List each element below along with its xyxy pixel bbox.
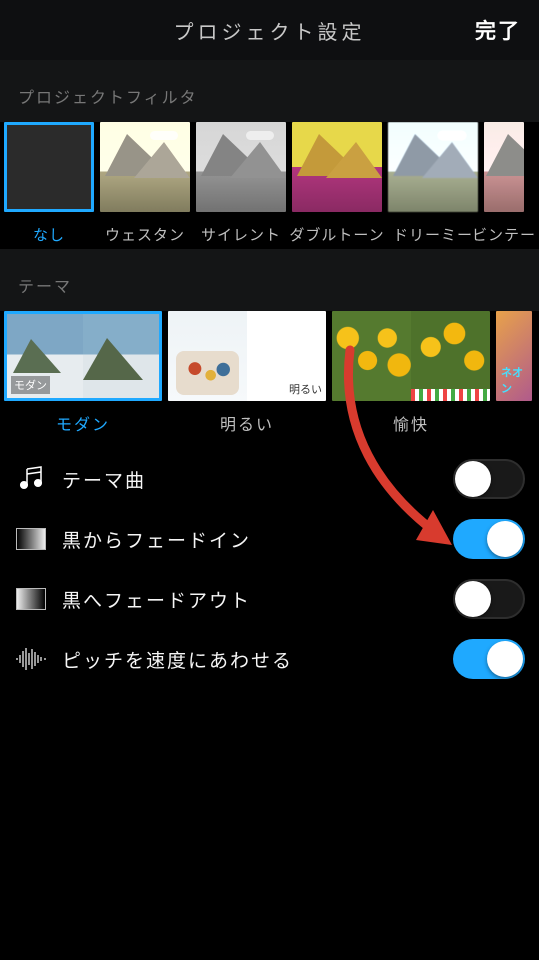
filter-item-dreamy[interactable]: ドリーミー bbox=[388, 122, 478, 245]
filter-item-none[interactable]: なし bbox=[4, 122, 94, 245]
row-label: 黒からフェードイン bbox=[62, 526, 453, 553]
themes-heading: テーマ bbox=[0, 249, 539, 311]
filter-thumb bbox=[388, 122, 478, 212]
filter-label: ウェスタン bbox=[105, 224, 185, 245]
theme-label: 愉快 bbox=[393, 411, 429, 435]
filter-item-silent[interactable]: サイレント bbox=[196, 122, 286, 245]
toggle-fade-out[interactable] bbox=[453, 579, 525, 619]
filter-label: ダブルトーン bbox=[289, 224, 384, 245]
theme-item-modern[interactable]: モダン モダン bbox=[4, 311, 162, 435]
fade-in-icon bbox=[14, 524, 48, 554]
filters-section: プロジェクトフィルタ bbox=[0, 60, 539, 122]
music-icon bbox=[14, 464, 48, 494]
filter-strip[interactable]: なし ウェスタン サイレント ダブルトーン ドリーミー bbox=[0, 122, 539, 249]
filter-item-duotone[interactable]: ダブルトーン bbox=[292, 122, 382, 245]
header: プロジェクト設定 完了 bbox=[0, 0, 539, 60]
filter-item-vintage[interactable]: ビンテー bbox=[484, 122, 524, 245]
theme-overlay-text: 明るい bbox=[289, 381, 322, 397]
page-title: プロジェクト設定 bbox=[174, 16, 366, 45]
theme-thumb: 明るい bbox=[168, 311, 326, 401]
toggle-fade-in[interactable] bbox=[453, 519, 525, 559]
filter-thumb bbox=[484, 122, 524, 212]
row-pitch-speed: ピッチを速度にあわせる bbox=[14, 629, 525, 689]
waveform-icon bbox=[14, 644, 48, 674]
filter-label: ドリーミー bbox=[393, 224, 473, 245]
row-fade-out: 黒へフェードアウト bbox=[14, 569, 525, 629]
theme-strip[interactable]: モダン モダン 明るい 明るい 愉快 bbox=[0, 311, 539, 439]
toggle-pitch-speed[interactable] bbox=[453, 639, 525, 679]
fade-out-icon bbox=[14, 584, 48, 614]
toggle-theme-music[interactable] bbox=[453, 459, 525, 499]
theme-label: モダン bbox=[56, 411, 110, 435]
row-label: 黒へフェードアウト bbox=[62, 586, 453, 613]
theme-item-cheerful[interactable]: 愉快 bbox=[332, 311, 490, 435]
theme-thumb: モダン bbox=[4, 311, 162, 401]
themes-section: テーマ bbox=[0, 249, 539, 311]
filters-heading: プロジェクトフィルタ bbox=[0, 60, 539, 122]
filter-item-western[interactable]: ウェスタン bbox=[100, 122, 190, 245]
theme-overlay-text: モダン bbox=[11, 376, 50, 394]
theme-thumb bbox=[332, 311, 490, 401]
row-label: ピッチを速度にあわせる bbox=[62, 646, 453, 673]
settings-list: テーマ曲 黒からフェードイン 黒へフェードアウト bbox=[0, 439, 539, 689]
filter-thumb bbox=[292, 122, 382, 212]
filter-label: ビンテー bbox=[472, 224, 536, 245]
row-theme-music: テーマ曲 bbox=[14, 449, 525, 509]
filter-thumb bbox=[196, 122, 286, 212]
filter-label: サイレント bbox=[201, 224, 281, 245]
done-button[interactable]: 完了 bbox=[475, 15, 521, 45]
theme-thumb: ネオン bbox=[496, 311, 532, 401]
theme-overlay-text: ネオン bbox=[498, 363, 532, 397]
theme-item-neon[interactable]: ネオン bbox=[496, 311, 532, 435]
theme-item-bright[interactable]: 明るい 明るい bbox=[168, 311, 326, 435]
filter-thumb bbox=[4, 122, 94, 212]
theme-label: 明るい bbox=[220, 411, 274, 435]
row-fade-in: 黒からフェードイン bbox=[14, 509, 525, 569]
filter-label: なし bbox=[33, 224, 65, 245]
row-label: テーマ曲 bbox=[62, 466, 453, 493]
filter-thumb bbox=[100, 122, 190, 212]
